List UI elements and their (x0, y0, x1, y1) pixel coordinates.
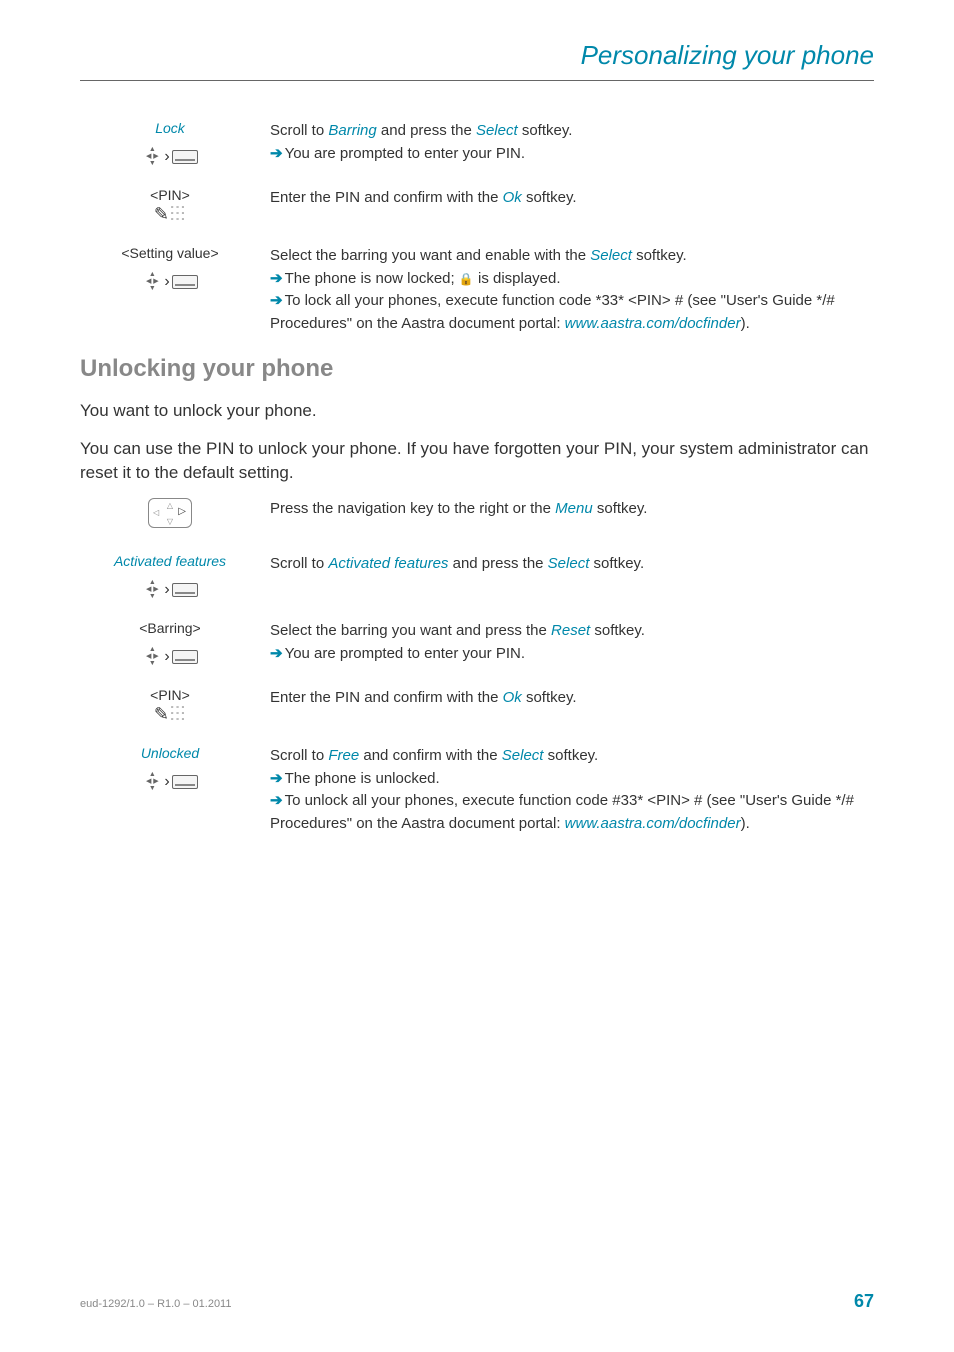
doc-link[interactable]: www.aastra.com/docfinder (565, 815, 741, 832)
softkey-label: Reset (551, 622, 590, 639)
step-icon-column: <PIN> ✎∘∘∘∘∘∘∘∘∘ (80, 687, 270, 725)
softkey-label: Ok (503, 189, 522, 206)
step-text-column: Press the navigation key to the right or… (270, 498, 874, 521)
arrow-icon: ➔ (270, 645, 283, 662)
page-footer: eud-1292/1.0 – R1.0 – 01.2011 67 (80, 1291, 874, 1312)
step-line: Select the barring you want and enable w… (270, 245, 874, 268)
softkey-label: Activated features (328, 555, 448, 572)
step-icon-column: Activated features ▲◀ ▶▼› (80, 553, 270, 600)
page-header: Personalizing your phone (581, 40, 874, 71)
instruction-step: △▽◁ Press the navigation key to the right… (80, 498, 874, 533)
section-heading-unlocking: Unlocking your phone (80, 355, 874, 383)
scroll-softkey-icon: ▲◀ ▶▼› (142, 771, 197, 792)
scroll-softkey-icon: ▲◀ ▶▼› (142, 579, 197, 600)
arrow-icon: ➔ (270, 270, 283, 287)
step-text-column: Scroll to Barring and press the Select s… (270, 120, 874, 165)
softkey-label: Select (548, 555, 590, 572)
step-text-column: Scroll to Free and confirm with the Sele… (270, 745, 874, 835)
step-icon-column: <Setting value> ▲◀ ▶▼› (80, 245, 270, 292)
page-content: Lock ▲◀ ▶▼› Scroll to Barring and press th… (80, 120, 874, 855)
step-line: Scroll to Barring and press the Select s… (270, 120, 874, 143)
softkey-label: Select (502, 747, 544, 764)
step-icon-column: <Barring> ▲◀ ▶▼› (80, 620, 270, 667)
step-label: <PIN> (80, 187, 260, 203)
doc-link[interactable]: www.aastra.com/docfinder (565, 315, 741, 332)
step-icon-column: <PIN> ✎∘∘∘∘∘∘∘∘∘ (80, 187, 270, 225)
step-line: Scroll to Free and confirm with the Sele… (270, 745, 874, 768)
header-divider (80, 80, 874, 81)
section-lock-steps: Lock ▲◀ ▶▼› Scroll to Barring and press th… (80, 120, 874, 335)
section-unlock-steps: △▽◁ Press the navigation key to the right… (80, 498, 874, 835)
step-label: Unlocked (80, 745, 260, 761)
section-intro-1: You want to unlock your phone. (80, 399, 874, 423)
step-label: Lock (80, 120, 260, 136)
navigation-key-icon: △▽◁ (148, 498, 192, 528)
step-line: Scroll to Activated features and press t… (270, 553, 874, 576)
step-result-line: ➔You are prompted to enter your PIN. (270, 143, 874, 166)
step-icon-column: △▽◁ (80, 498, 270, 533)
step-line: Press the navigation key to the right or… (270, 498, 874, 521)
step-label: <Barring> (80, 620, 260, 636)
instruction-step: Unlocked ▲◀ ▶▼› Scroll to Free and confirm… (80, 745, 874, 835)
lock-icon: 🔒 (459, 272, 474, 286)
step-line: Select the barring you want and press th… (270, 620, 874, 643)
softkey-label: Barring (328, 122, 376, 139)
softkey-label: Select (476, 122, 518, 139)
instruction-step: <PIN> ✎∘∘∘∘∘∘∘∘∘ Enter the PIN and confirm… (80, 187, 874, 225)
instruction-step: Activated features ▲◀ ▶▼› Scroll to Activa… (80, 553, 874, 600)
step-label: <Setting value> (80, 245, 260, 261)
step-result-line: ➔To unlock all your phones, execute func… (270, 790, 874, 835)
softkey-label: Ok (503, 689, 522, 706)
instruction-step: <PIN> ✎∘∘∘∘∘∘∘∘∘ Enter the PIN and confirm… (80, 687, 874, 725)
instruction-step: <Setting value> ▲◀ ▶▼› Select the barring … (80, 245, 874, 335)
keypad-icon: ✎∘∘∘∘∘∘∘∘∘ (154, 705, 186, 723)
step-label: <PIN> (80, 687, 260, 703)
arrow-icon: ➔ (270, 770, 283, 787)
step-result-line: ➔To lock all your phones, execute functi… (270, 290, 874, 335)
footer-page-number: 67 (854, 1291, 874, 1312)
step-label: Activated features (80, 553, 260, 569)
instruction-step: Lock ▲◀ ▶▼› Scroll to Barring and press th… (80, 120, 874, 167)
keypad-icon: ✎∘∘∘∘∘∘∘∘∘ (154, 205, 186, 223)
step-text-column: Enter the PIN and confirm with the Ok so… (270, 187, 874, 210)
section-intro-2: You can use the PIN to unlock your phone… (80, 437, 874, 485)
scroll-softkey-icon: ▲◀ ▶▼› (142, 271, 197, 292)
arrow-icon: ➔ (270, 292, 283, 309)
step-icon-column: Unlocked ▲◀ ▶▼› (80, 745, 270, 792)
step-result-line: ➔The phone is now locked; 🔒 is displayed… (270, 268, 874, 291)
step-result-line: ➔The phone is unlocked. (270, 768, 874, 791)
step-line: Enter the PIN and confirm with the Ok so… (270, 187, 874, 210)
step-result-line: ➔You are prompted to enter your PIN. (270, 643, 874, 666)
softkey-label: Free (328, 747, 359, 764)
arrow-icon: ➔ (270, 145, 283, 162)
softkey-label: Select (590, 247, 632, 264)
step-text-column: Scroll to Activated features and press t… (270, 553, 874, 576)
scroll-softkey-icon: ▲◀ ▶▼› (142, 146, 197, 167)
scroll-softkey-icon: ▲◀ ▶▼› (142, 646, 197, 667)
softkey-label: Menu (555, 500, 593, 517)
step-line: Enter the PIN and confirm with the Ok so… (270, 687, 874, 710)
footer-doc-id: eud-1292/1.0 – R1.0 – 01.2011 (80, 1298, 231, 1310)
step-text-column: Enter the PIN and confirm with the Ok so… (270, 687, 874, 710)
instruction-step: <Barring> ▲◀ ▶▼› Select the barring you wa… (80, 620, 874, 667)
step-text-column: Select the barring you want and enable w… (270, 245, 874, 335)
arrow-icon: ➔ (270, 792, 283, 809)
step-icon-column: Lock ▲◀ ▶▼› (80, 120, 270, 167)
step-text-column: Select the barring you want and press th… (270, 620, 874, 665)
